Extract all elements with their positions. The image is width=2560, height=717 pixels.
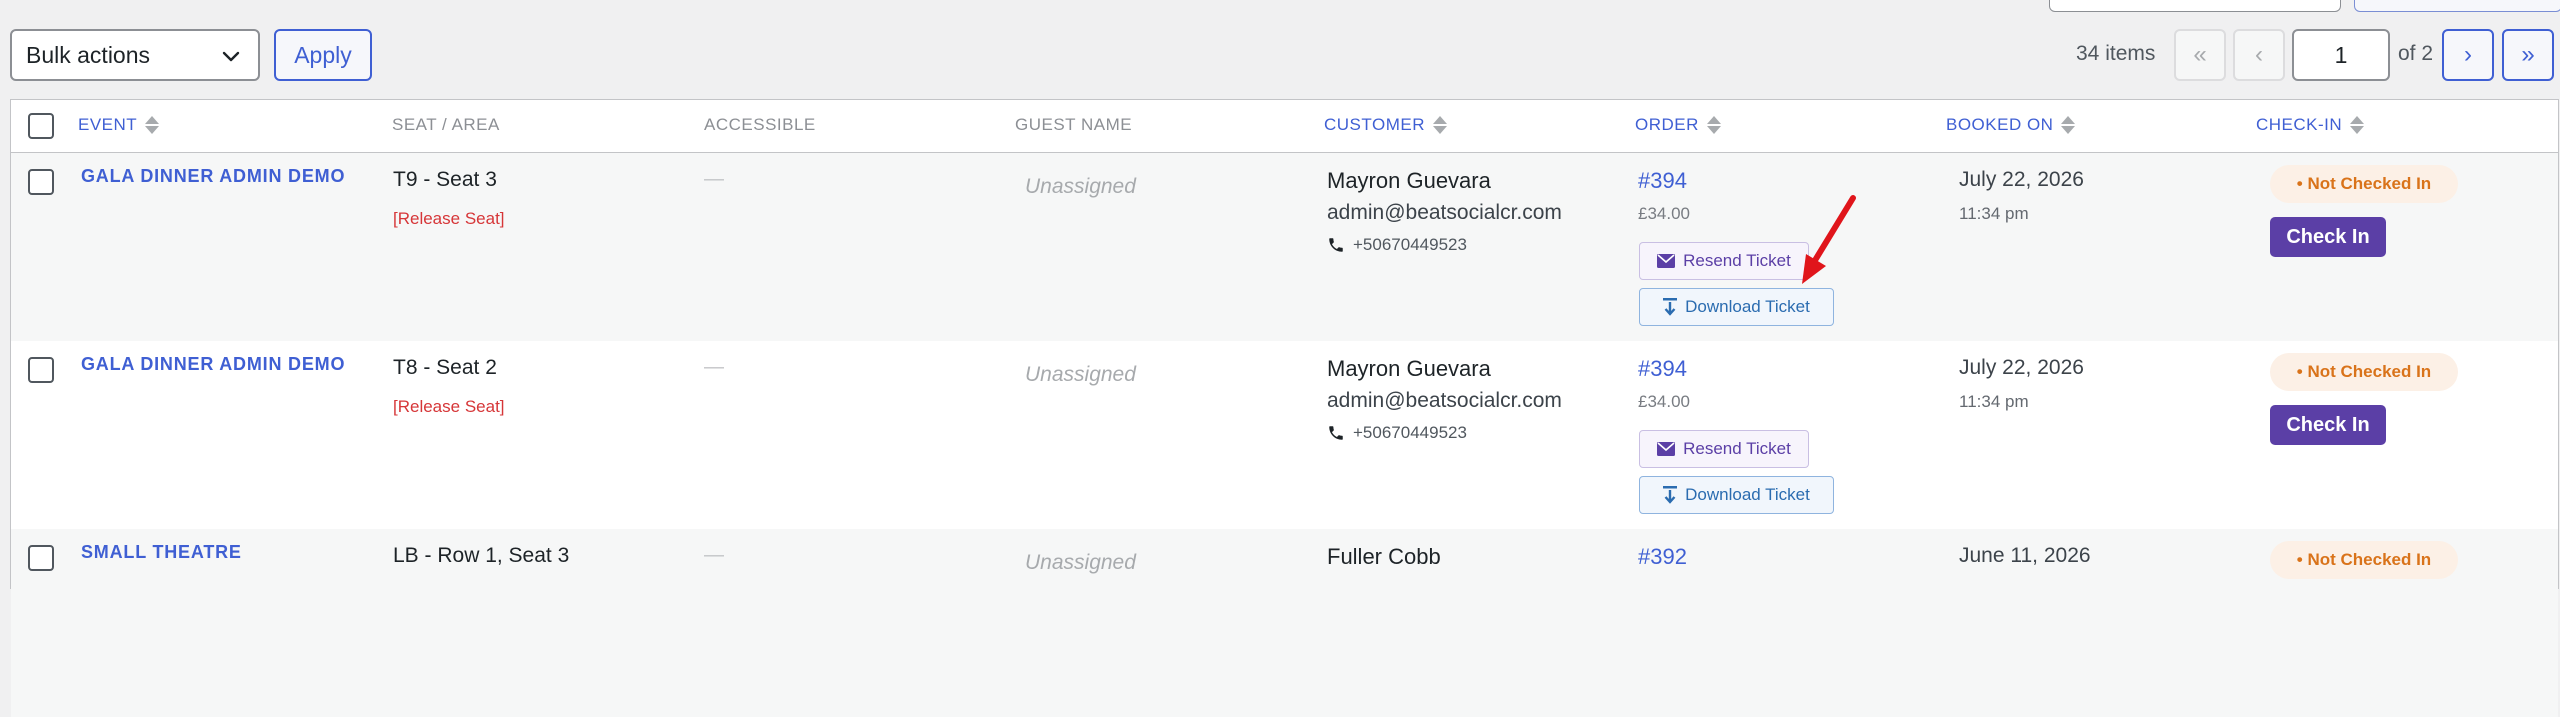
search-input[interactable] [2049,0,2341,12]
row-checkbox[interactable] [28,357,54,383]
table-row: GALA DINNER ADMIN DEMO T9 - Seat 3 [Rele… [11,153,2558,341]
download-ticket-button[interactable]: Download Ticket [1639,476,1834,514]
order-link[interactable]: #394 [1638,356,1687,382]
booked-time: 11:34 pm [1959,392,2029,411]
guest-name: Unassigned [1025,175,1136,198]
column-accessible: ACCESSIBLE [704,115,816,134]
column-customer[interactable]: CUSTOMER [1324,115,1447,135]
download-icon [1663,486,1678,504]
booked-date: July 22, 2026 [1959,356,2084,379]
accessible-value: — [704,168,724,190]
guest-name: Unassigned [1025,551,1136,574]
column-guest-name: GUEST NAME [1015,115,1133,134]
order-link[interactable]: #392 [1638,544,1687,570]
prev-page-button[interactable]: ‹ [2233,29,2285,81]
table-row: GALA DINNER ADMIN DEMO T8 - Seat 2 [Rele… [11,341,2558,529]
phone-icon [1329,426,1343,440]
table-header: EVENT SEAT / AREA ACCESSIBLE GUEST NAME … [11,100,2558,153]
check-in-button[interactable]: Check In [2270,405,2386,445]
download-ticket-label: Download Ticket [1685,297,1810,316]
column-check-in[interactable]: CHECK-IN [2256,115,2365,135]
customer-name: Fuller Cobb [1327,544,1441,569]
column-customer-label: CUSTOMER [1324,115,1425,134]
column-event-label: EVENT [78,115,138,134]
order-amount: £34.00 [1638,392,1690,411]
phone-icon [1329,238,1343,252]
column-booked-on-label: BOOKED ON [1946,115,2054,134]
column-order-label: ORDER [1635,115,1699,134]
customer-name: Mayron Guevara [1327,356,1491,381]
booked-date: July 22, 2026 [1959,168,2084,191]
sort-icon [2350,116,2365,134]
bulk-actions-value: Bulk actions [26,41,151,68]
download-icon [1663,298,1678,316]
current-page-input[interactable]: 1 [2292,29,2390,81]
row-checkbox[interactable] [28,169,54,195]
customer-email: admin@beatsocialcr.com [1327,201,1562,224]
mail-icon [1657,442,1676,456]
event-link[interactable]: SMALL THEATRE [81,542,242,563]
booked-time: 11:34 pm [1959,204,2029,223]
select-all-checkbox[interactable] [28,113,54,139]
seat-label: T8 - Seat 2 [393,356,497,379]
items-count: 34 items [2076,42,2156,65]
accessible-value: — [704,544,724,566]
release-seat-link[interactable]: [Release Seat] [393,397,505,417]
check-in-button[interactable]: Check In [2270,217,2386,257]
customer-phone-number: +50670449523 [1353,423,1467,442]
resend-ticket-label: Resend Ticket [1683,439,1791,458]
column-check-in-label: CHECK-IN [2256,115,2343,134]
seat-label: LB - Row 1, Seat 3 [393,544,570,567]
accessible-value: — [704,356,724,378]
resend-ticket-button[interactable]: Resend Ticket [1639,430,1809,468]
first-page-button[interactable]: « [2174,29,2226,81]
seat-label: T9 - Seat 3 [393,168,497,191]
bulk-actions-select[interactable]: Bulk actions [10,29,260,81]
chevron-down-icon [222,51,240,62]
tickets-table: EVENT SEAT / AREA ACCESSIBLE GUEST NAME … [10,99,2559,717]
annotation-arrow-icon [1802,195,1856,284]
column-event[interactable]: EVENT [78,115,160,135]
guest-name: Unassigned [1025,363,1136,386]
status-badge: • Not Checked In [2270,353,2458,391]
event-link[interactable]: GALA DINNER ADMIN DEMO [81,354,345,375]
next-page-button[interactable]: › [2442,29,2494,81]
customer-phone: +50670449523 [1327,423,1467,443]
status-badge: • Not Checked In [2270,541,2458,579]
order-amount: £34.00 [1638,204,1690,223]
order-link[interactable]: #394 [1638,168,1687,194]
download-ticket-button[interactable]: Download Ticket [1639,288,1834,326]
resend-ticket-label: Resend Ticket [1683,251,1791,270]
sort-icon [1432,116,1447,134]
last-page-button[interactable]: » [2502,29,2554,81]
event-link[interactable]: GALA DINNER ADMIN DEMO [81,166,345,187]
download-ticket-label: Download Ticket [1685,485,1810,504]
customer-email: admin@beatsocialcr.com [1327,389,1562,412]
column-seat: SEAT / AREA [392,115,500,134]
sort-icon [2061,116,2076,134]
sort-icon [1706,116,1721,134]
column-booked-on[interactable]: BOOKED ON [1946,115,2076,135]
table-row: SMALL THEATRE LB - Row 1, Seat 3 — Unass… [11,529,2558,717]
customer-phone-number: +50670449523 [1353,235,1467,254]
resend-ticket-button[interactable]: Resend Ticket [1639,242,1809,280]
booked-date: June 11, 2026 [1959,544,2091,567]
apply-button[interactable]: Apply [274,29,372,81]
row-checkbox[interactable] [28,545,54,571]
sort-icon [145,116,160,134]
status-badge: • Not Checked In [2270,165,2458,203]
mail-icon [1657,254,1676,268]
customer-phone: +50670449523 [1327,235,1467,255]
column-order[interactable]: ORDER [1635,115,1721,135]
search-button[interactable] [2354,0,2560,12]
customer-name: Mayron Guevara [1327,168,1491,193]
total-pages: of 2 [2398,42,2434,65]
release-seat-link[interactable]: [Release Seat] [393,209,505,229]
